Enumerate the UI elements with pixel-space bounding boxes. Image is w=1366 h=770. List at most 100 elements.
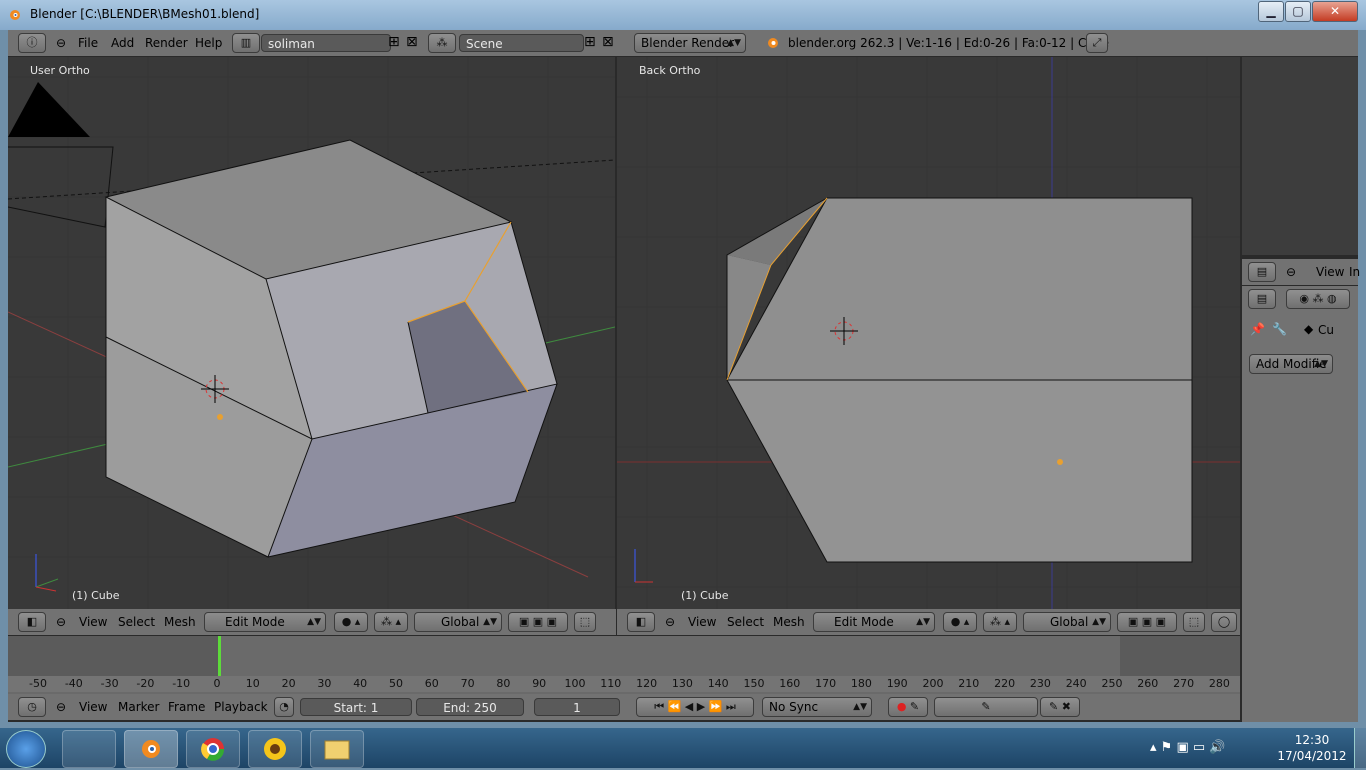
minimize-button[interactable]: ▁: [1258, 1, 1284, 22]
clock-date[interactable]: 17/04/2012: [1274, 749, 1350, 763]
scene-name-field[interactable]: Scene: [459, 34, 584, 52]
menu-view[interactable]: View: [688, 615, 716, 629]
collapse-icon[interactable]: ⊖: [1286, 265, 1296, 279]
preview-range-icon[interactable]: ◔: [274, 697, 294, 717]
pin-icon[interactable]: 📌: [1250, 322, 1265, 336]
properties-header: ▤ ⊖ View In: [1242, 259, 1360, 285]
menu-view[interactable]: View: [79, 615, 107, 629]
shading-dropdown-icon[interactable]: ● ▴: [943, 612, 977, 632]
mode-dropdown[interactable]: Edit Mode ▲▼: [813, 612, 935, 632]
pivot-dropdown-icon[interactable]: ⁂ ▴: [983, 612, 1017, 632]
outliner-area[interactable]: [1242, 57, 1358, 255]
menu-select[interactable]: Select: [118, 615, 155, 629]
scene-icon[interactable]: ⁂: [428, 33, 456, 53]
menu-view[interactable]: View: [1316, 265, 1344, 279]
start-frame-field[interactable]: Start: 1: [300, 698, 412, 716]
shading-dropdown-icon[interactable]: ● ▴: [334, 612, 368, 632]
select-mode-buttons-icon[interactable]: ▣ ▣ ▣: [508, 612, 568, 632]
current-frame-marker[interactable]: [218, 636, 221, 676]
timeline-tick-label: 250: [1101, 677, 1123, 690]
timeline-preframe-region: [8, 636, 220, 676]
object-name: Cu: [1318, 323, 1334, 337]
render-engine-dropdown[interactable]: Blender Render ▲▼: [634, 33, 746, 53]
orientation-value: Global: [1050, 615, 1089, 629]
orientation-dropdown[interactable]: Global ▲▼: [414, 612, 502, 632]
timeline-tick-label: 160: [779, 677, 801, 690]
blender-taskbar-icon[interactable]: [124, 730, 178, 768]
menu-marker[interactable]: Marker: [118, 700, 159, 714]
delete-screen-icon[interactable]: ⊠: [406, 34, 418, 50]
occlude-geometry-icon[interactable]: ⬚: [574, 612, 596, 632]
timeline-tick-label: 90: [532, 677, 547, 690]
menu-file[interactable]: File: [78, 36, 98, 50]
menu-add[interactable]: Add: [111, 36, 134, 50]
collapse-icon[interactable]: ⊖: [665, 615, 675, 629]
viewport-right[interactable]: Back Ortho (1) Cube: [617, 57, 1240, 609]
folder-icon[interactable]: [310, 730, 364, 768]
scene-stats: blender.org 262.3 | Ve:1-16 | Ed:0-26 | …: [788, 36, 1109, 50]
taskbar: ▴ ⚑ ▣ ▭ 🔊 12:30 17/04/2012: [0, 728, 1366, 768]
record-icon[interactable]: ● ✎: [888, 697, 928, 717]
fullscreen-icon[interactable]: ⤢: [1086, 33, 1108, 53]
menu-in[interactable]: In: [1349, 265, 1360, 279]
editor-type-3dview-icon[interactable]: ◧: [627, 612, 655, 632]
timeline-tick-label: 240: [1065, 677, 1087, 690]
editor-type-properties-icon[interactable]: ▤: [1248, 262, 1276, 282]
mode-value: Edit Mode: [225, 615, 285, 629]
timeline-tick-label: 20: [281, 677, 296, 690]
menu-playback[interactable]: Playback: [214, 700, 268, 714]
editor-type-info-icon[interactable]: ⓘ: [18, 33, 46, 53]
add-modifier-dropdown[interactable]: Add Modifie ▲▼: [1249, 354, 1333, 374]
menu-render[interactable]: Render: [145, 36, 188, 50]
collapse-icon[interactable]: ⊖: [56, 615, 66, 629]
screen-layout-icon[interactable]: ▥: [232, 33, 260, 53]
proportional-edit-icon[interactable]: ◯: [1211, 612, 1237, 632]
end-frame-field[interactable]: End: 250: [416, 698, 524, 716]
orientation-dropdown[interactable]: Global ▲▼: [1023, 612, 1111, 632]
current-frame-field[interactable]: 1: [534, 698, 620, 716]
timeline-tick-label: 180: [850, 677, 872, 690]
context-dropdown-icon[interactable]: ▤: [1248, 289, 1276, 309]
occlude-geometry-icon[interactable]: ⬚: [1183, 612, 1205, 632]
timeline-tick-label: 120: [636, 677, 658, 690]
window-titlebar: Blender [C:\BLENDER\BMesh01.blend] ▁ ▢ ✕: [0, 0, 1366, 30]
mode-value: Edit Mode: [834, 615, 894, 629]
menu-select[interactable]: Select: [727, 615, 764, 629]
playback-controls-icon[interactable]: ⏮ ⏪ ◀ ▶ ⏩ ⏭: [636, 697, 754, 717]
maximize-button[interactable]: ▢: [1285, 1, 1311, 22]
mode-dropdown[interactable]: Edit Mode ▲▼: [204, 612, 326, 632]
menu-mesh[interactable]: Mesh: [773, 615, 805, 629]
menu-mesh[interactable]: Mesh: [164, 615, 196, 629]
timeline-tick-label: 140: [707, 677, 729, 690]
screen-name-field[interactable]: soliman: [261, 34, 391, 52]
sunflower-app-icon[interactable]: [248, 730, 302, 768]
pivot-dropdown-icon[interactable]: ⁂ ▴: [374, 612, 408, 632]
app-icon-1[interactable]: [62, 730, 116, 768]
collapse-icon[interactable]: ⊖: [56, 36, 66, 50]
timeline-area[interactable]: -50 -40 -30 -20 -10 0 10 20 30 40 50 60 70 80 90 100 110…: [8, 636, 1240, 694]
menu-help[interactable]: Help: [195, 36, 222, 50]
select-mode-buttons-icon[interactable]: ▣ ▣ ▣: [1117, 612, 1177, 632]
add-screen-icon[interactable]: ⊞: [388, 34, 400, 50]
close-button[interactable]: ✕: [1312, 1, 1358, 22]
show-desktop-button[interactable]: [1354, 728, 1366, 768]
editor-type-3dview-icon[interactable]: ◧: [18, 612, 46, 632]
delete-scene-icon[interactable]: ⊠: [602, 34, 614, 50]
add-scene-icon[interactable]: ⊞: [584, 34, 596, 50]
viewport-left[interactable]: User Ortho (1) Cube: [8, 57, 615, 609]
menu-view[interactable]: View: [79, 700, 107, 714]
keyframe-insert-icon[interactable]: ✎ ✖: [1040, 697, 1080, 717]
chrome-icon[interactable]: [186, 730, 240, 768]
timeline-tick-label: -20: [136, 677, 155, 690]
sync-dropdown[interactable]: No Sync ▲▼: [762, 697, 872, 717]
start-button-icon[interactable]: [6, 730, 46, 768]
context-tabs-icon[interactable]: ◉ ⁂ ◍: [1286, 289, 1350, 309]
keying-set-icon[interactable]: ✎: [934, 697, 1038, 717]
clock-time[interactable]: 12:30: [1282, 733, 1342, 747]
timeline-tick-label: 260: [1137, 677, 1159, 690]
tray-icons[interactable]: ▴ ⚑ ▣ ▭ 🔊: [1150, 740, 1225, 755]
editor-type-timeline-icon[interactable]: ◷: [18, 697, 46, 717]
menu-frame[interactable]: Frame: [168, 700, 205, 714]
modifier-context-icon: 🔧: [1272, 322, 1287, 336]
collapse-icon[interactable]: ⊖: [56, 700, 66, 714]
